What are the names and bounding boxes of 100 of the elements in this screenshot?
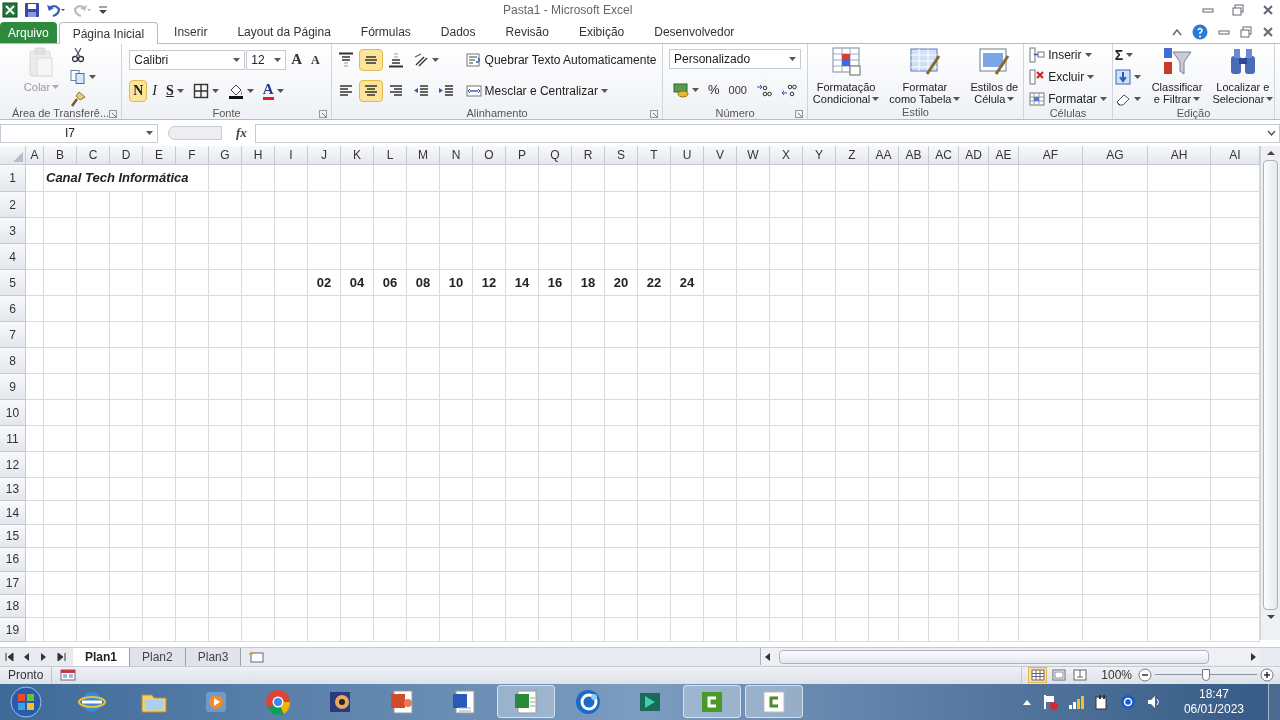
column-header[interactable]: AB xyxy=(899,146,929,165)
row-header[interactable]: 12 xyxy=(0,452,26,478)
row-header[interactable]: 5 xyxy=(0,270,26,296)
view-button[interactable] xyxy=(1049,667,1069,684)
grow-button[interactable]: A xyxy=(287,48,307,71)
bold-button[interactable]: N xyxy=(129,79,148,102)
dropdown-field[interactable]: Personalizado xyxy=(669,49,801,69)
column-header[interactable]: S xyxy=(605,146,638,165)
column-header[interactable]: AH xyxy=(1148,146,1211,165)
column-header[interactable]: T xyxy=(638,146,671,165)
dropdown-field[interactable]: 12 xyxy=(246,49,287,70)
column-header[interactable]: B xyxy=(44,146,77,165)
zoom-out-icon[interactable] xyxy=(1138,668,1152,683)
name-box[interactable]: I7 xyxy=(0,123,158,143)
column-header[interactable]: V xyxy=(704,146,737,165)
row-header[interactable]: 11 xyxy=(0,426,26,452)
dialog-launcher-icon[interactable] xyxy=(795,110,803,118)
table-cell[interactable]: 24 xyxy=(671,270,704,296)
sheet-tab[interactable]: Plan3 xyxy=(185,647,242,666)
flag-icon[interactable] xyxy=(1041,693,1058,710)
ribbon-tab[interactable]: Desenvolvedor xyxy=(640,21,749,43)
column-header[interactable]: Q xyxy=(539,146,572,165)
row-header[interactable]: 10 xyxy=(0,400,26,426)
formula-input[interactable] xyxy=(254,123,1280,143)
file-menu-button[interactable]: Arquivo xyxy=(0,22,57,43)
shrink-button[interactable]: A xyxy=(307,48,324,71)
column-header[interactable]: Z xyxy=(836,146,869,165)
column-header[interactable]: K xyxy=(341,146,374,165)
table-cell[interactable]: 08 xyxy=(407,270,440,296)
column-header[interactable]: D xyxy=(110,146,143,165)
row-header[interactable]: 18 xyxy=(0,594,26,619)
ribbon-tab[interactable]: Inserir xyxy=(160,21,222,43)
row-header[interactable]: 7 xyxy=(0,322,26,348)
row-header[interactable]: 6 xyxy=(0,296,26,322)
scroll-thumb[interactable] xyxy=(1263,160,1278,610)
macro-record-icon[interactable] xyxy=(60,669,77,682)
align-center-button[interactable] xyxy=(358,79,383,102)
table-button[interactable]: Formatar como Tabela xyxy=(886,44,964,105)
view-button[interactable] xyxy=(1028,667,1048,684)
ribbon-tab[interactable]: Revisão xyxy=(491,21,563,43)
table-cell[interactable]: 04 xyxy=(341,270,374,296)
column-header[interactable]: N xyxy=(440,146,473,165)
ribbon-tab[interactable]: Layout da Página xyxy=(223,21,345,43)
column-header[interactable]: P xyxy=(506,146,539,165)
undo-icon[interactable] xyxy=(46,2,66,18)
row-header[interactable]: 2 xyxy=(0,192,26,218)
row-header[interactable]: 14 xyxy=(0,501,26,525)
slider-thumb[interactable] xyxy=(1202,669,1210,682)
dialog-launcher-icon[interactable] xyxy=(319,110,327,118)
ribbon-tab[interactable]: Página Inicial xyxy=(58,22,159,44)
table-cell[interactable]: 16 xyxy=(539,270,572,296)
wrap-button[interactable]: Quebrar Texto Automaticamente xyxy=(461,48,661,71)
column-header[interactable]: R xyxy=(572,146,605,165)
show-desktop-button[interactable] xyxy=(1268,683,1280,720)
last-sheet-icon[interactable] xyxy=(55,650,67,663)
column-header[interactable]: AD xyxy=(959,146,989,165)
column-header[interactable]: M xyxy=(407,146,440,165)
column-header[interactable]: C xyxy=(77,146,110,165)
customize-menu-icon[interactable] xyxy=(98,4,108,16)
insert-cells-button[interactable]: Inserir xyxy=(1025,44,1096,66)
horizontal-scrollbar[interactable] xyxy=(760,648,1260,666)
row-header[interactable]: 19 xyxy=(0,618,26,642)
vertical-scrollbar[interactable] xyxy=(1260,146,1280,640)
delete-cells-button[interactable]: Excluir xyxy=(1025,66,1099,88)
column-header[interactable]: A xyxy=(26,146,44,165)
taskbar-button[interactable] xyxy=(683,685,741,719)
row-header[interactable]: 4 xyxy=(0,244,26,270)
column-header[interactable]: O xyxy=(473,146,506,165)
row-header[interactable]: 17 xyxy=(0,571,26,595)
close-icon[interactable] xyxy=(1262,4,1274,16)
row-header[interactable]: 15 xyxy=(0,524,26,549)
start-button-icon[interactable] xyxy=(9,684,43,719)
taskbar-button[interactable] xyxy=(745,685,803,719)
row-header[interactable]: 8 xyxy=(0,348,26,374)
italic-button[interactable]: I xyxy=(148,79,162,102)
collapse-ribbon-icon[interactable] xyxy=(1172,27,1182,36)
ribbon-tab[interactable]: Dados xyxy=(426,21,490,43)
zoom-slider[interactable] xyxy=(1155,668,1257,683)
column-header[interactable]: X xyxy=(770,146,803,165)
column-header[interactable]: J xyxy=(308,146,341,165)
styles-button[interactable]: Estilos de Célula xyxy=(967,44,1022,105)
row-header[interactable]: 1 xyxy=(0,165,26,192)
view-button[interactable] xyxy=(1070,667,1090,684)
table-cell[interactable]: Canal Tech Informática xyxy=(44,165,209,192)
column-header[interactable]: AI xyxy=(1211,146,1260,165)
redo-icon[interactable] xyxy=(72,2,92,18)
new-sheet-icon[interactable] xyxy=(247,649,266,664)
column-header[interactable]: H xyxy=(242,146,275,165)
column-header[interactable]: L xyxy=(374,146,407,165)
first-sheet-icon[interactable] xyxy=(4,650,16,663)
column-header[interactable]: Y xyxy=(803,146,836,165)
column-header[interactable]: E xyxy=(143,146,176,165)
restore-icon[interactable] xyxy=(1232,4,1244,16)
sheet-tab[interactable]: Plan1 xyxy=(73,647,130,666)
column-header[interactable]: AA xyxy=(869,146,899,165)
restore-icon[interactable] xyxy=(1240,25,1252,38)
table-cell[interactable]: 06 xyxy=(374,270,407,296)
scroll-thumb[interactable] xyxy=(779,649,1209,664)
percent-button[interactable]: % xyxy=(704,79,724,101)
table-cell[interactable]: 02 xyxy=(308,270,341,296)
